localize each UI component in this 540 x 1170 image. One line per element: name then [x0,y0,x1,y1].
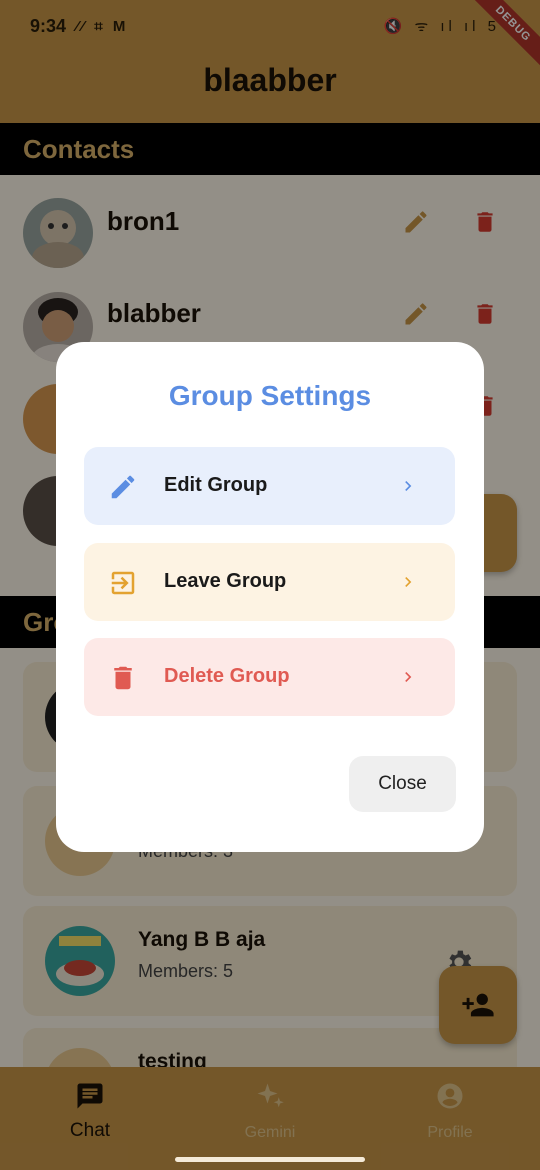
exit-icon [111,571,135,595]
delete-group-label: Delete Group [164,665,290,687]
edit-group-label: Edit Group [164,474,268,496]
dialog-title: Group Settings [168,380,372,411]
trash-icon [114,666,132,690]
edit-group-button[interactable]: Edit Group [84,447,455,525]
delete-group-button[interactable]: Delete Group [84,638,455,716]
chevron-right-icon [405,577,412,587]
group-settings-dialog: Group Settings Edit Group Leave Group De… [56,342,484,852]
close-button[interactable]: Close [349,756,456,812]
chevron-right-icon [405,481,412,491]
home-indicator[interactable] [175,1157,365,1162]
pencil-icon [111,475,135,499]
leave-group-label: Leave Group [164,570,287,592]
leave-group-button[interactable]: Leave Group [84,543,455,621]
chevron-right-icon [405,672,412,682]
